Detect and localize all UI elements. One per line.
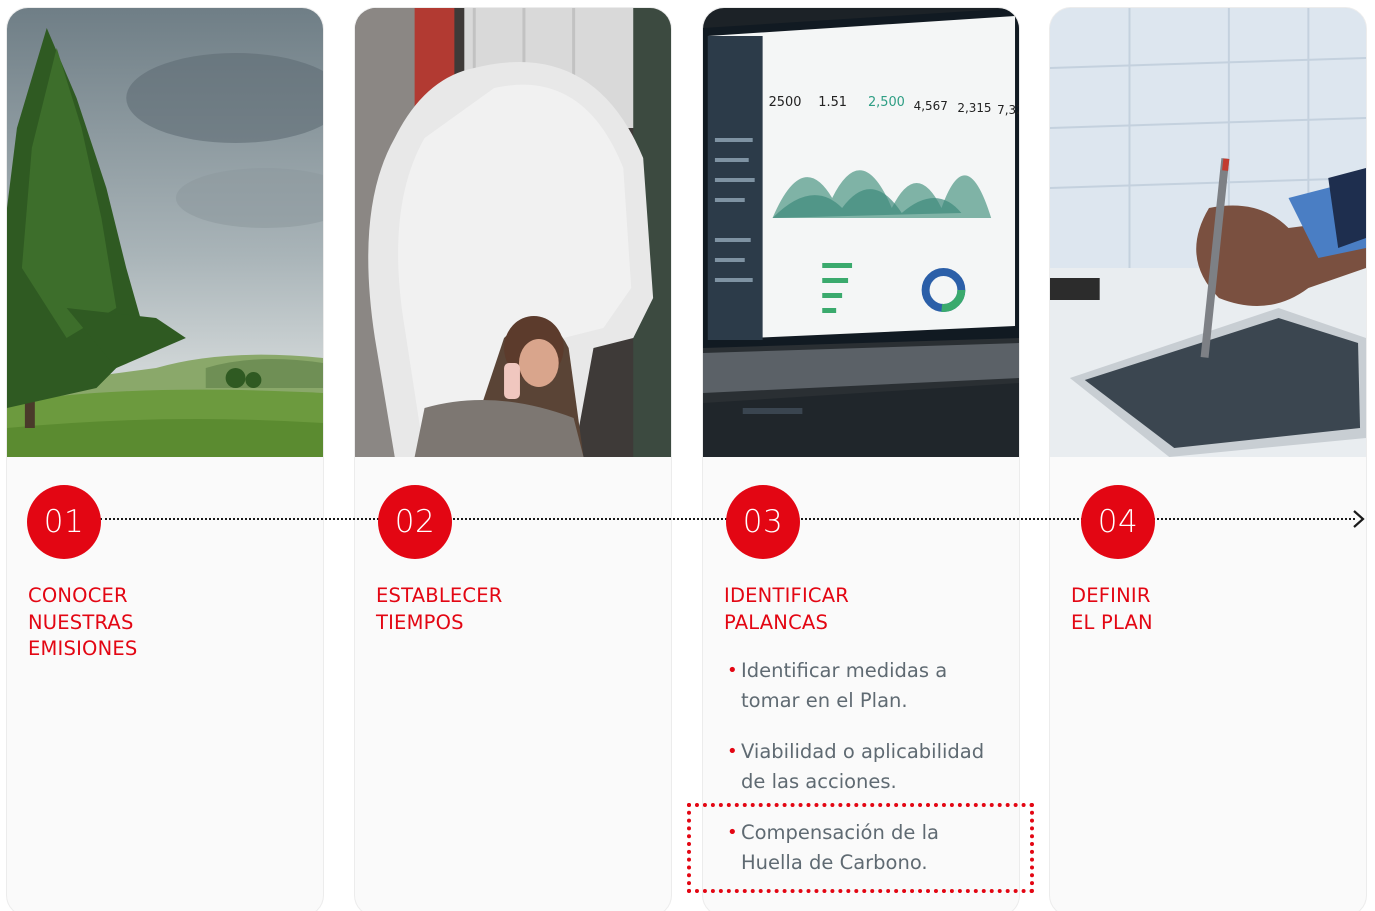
step-2-number-badge: 02 <box>378 485 452 559</box>
step-card-2: ESTABLECER TIEMPOS <box>354 7 672 911</box>
bullet-line: Viabilidad o aplicabilidad <box>741 740 985 763</box>
bullet-line: Identificar medidas a <box>741 659 948 682</box>
bullet-dot-icon: • <box>727 660 738 681</box>
step-1-number-badge: 01 <box>27 485 101 559</box>
highlight-box <box>687 803 1034 893</box>
dashboard-stat-6: 7,32 <box>997 103 1019 117</box>
dashboard-stat-1: 2500 <box>769 95 802 110</box>
step-4-number-badge: 04 <box>1081 485 1155 559</box>
chevron-right-icon <box>1353 510 1365 528</box>
bullet-item: • Viabilidad o aplicabilidad de las acci… <box>727 737 997 797</box>
bullet-dot-icon: • <box>727 741 738 762</box>
step-4-photo <box>1050 8 1366 457</box>
step-card-4: DEFINIR EL PLAN <box>1049 7 1367 911</box>
step-1-title: CONOCER NUESTRAS EMISIONES <box>28 584 138 660</box>
step-1-photo <box>7 8 323 457</box>
bullet-line: tomar en el Plan. <box>741 689 908 712</box>
step-card-1: CONOCER NUESTRAS EMISIONES <box>6 7 324 911</box>
dashboard-stat-3: 2,500 <box>868 95 905 110</box>
step-2-photo <box>355 8 671 457</box>
bullet-line: de las acciones. <box>741 770 897 793</box>
step-2-title: ESTABLECER TIEMPOS <box>376 584 503 634</box>
step-3-number-badge: 03 <box>726 485 800 559</box>
bullet-item: • Identificar medidas a tomar en el Plan… <box>727 656 997 716</box>
dashboard-stat-4: 4,567 <box>914 99 948 113</box>
step-3-photo: 2500 1.51 2,500 4,567 2,315 7,32 <box>703 8 1019 457</box>
dashboard-stat-2: 1.51 <box>818 95 847 110</box>
step-4-title: DEFINIR EL PLAN <box>1071 584 1153 634</box>
step-3-title: IDENTIFICAR PALANCAS <box>724 584 850 634</box>
dashboard-stat-5: 2,315 <box>957 101 991 115</box>
